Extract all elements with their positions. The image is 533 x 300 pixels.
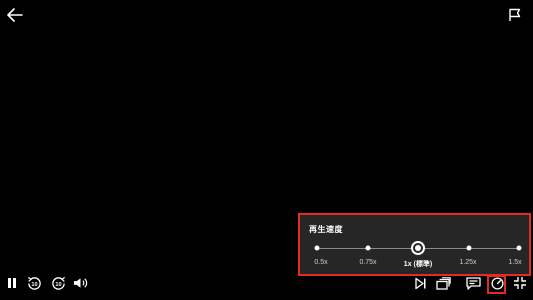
next-episode-button[interactable] — [411, 274, 429, 292]
subtitles-button[interactable] — [464, 274, 482, 292]
playback-speed-icon — [490, 276, 504, 290]
pause-button[interactable] — [3, 274, 21, 292]
exit-fullscreen-icon — [514, 277, 526, 289]
svg-text:10: 10 — [55, 281, 61, 287]
speed-option-dot-1.5x[interactable] — [516, 245, 522, 251]
arrow-left-icon — [7, 8, 23, 22]
forward-10-button[interactable]: 10 — [49, 274, 67, 292]
speed-option-dot-1.25x[interactable] — [466, 245, 471, 251]
next-episode-icon — [414, 277, 425, 289]
forward-10-icon: 10 — [51, 276, 65, 290]
speed-option-label[interactable]: 1.5x — [508, 259, 521, 266]
speed-option-dot-0.75x[interactable] — [365, 245, 370, 251]
playback-speed-button[interactable] — [488, 274, 506, 292]
speed-option-dot-1x[interactable] — [411, 241, 425, 255]
speed-option-label-selected[interactable]: 1x (標準) — [404, 259, 432, 269]
rewind-10-icon: 10 — [27, 276, 41, 290]
episodes-button[interactable] — [434, 274, 452, 292]
speed-track[interactable] — [314, 241, 522, 255]
video-player[interactable]: 再生速度 0.5x 0.75x 1x (標準) 1.25x 1.5x 10 10 — [0, 0, 533, 300]
pause-icon — [8, 278, 16, 288]
exit-fullscreen-button[interactable] — [511, 274, 529, 292]
volume-button[interactable] — [71, 274, 89, 292]
episodes-icon — [435, 276, 451, 290]
back-button[interactable] — [4, 4, 26, 26]
volume-icon — [73, 278, 87, 288]
svg-text:10: 10 — [31, 281, 37, 287]
speed-option-label[interactable]: 1.25x — [459, 259, 476, 266]
speed-option-label[interactable]: 0.5x — [314, 259, 327, 266]
playback-speed-panel: 再生速度 0.5x 0.75x 1x (標準) 1.25x 1.5x — [298, 213, 531, 276]
speed-option-label[interactable]: 0.75x — [359, 259, 376, 266]
report-button[interactable] — [505, 5, 525, 25]
speed-panel-title: 再生速度 — [309, 225, 343, 234]
rewind-10-button[interactable]: 10 — [25, 274, 43, 292]
speed-option-dot-0.5x[interactable] — [314, 245, 320, 251]
subtitles-icon — [465, 276, 481, 290]
flag-icon — [509, 8, 521, 21]
